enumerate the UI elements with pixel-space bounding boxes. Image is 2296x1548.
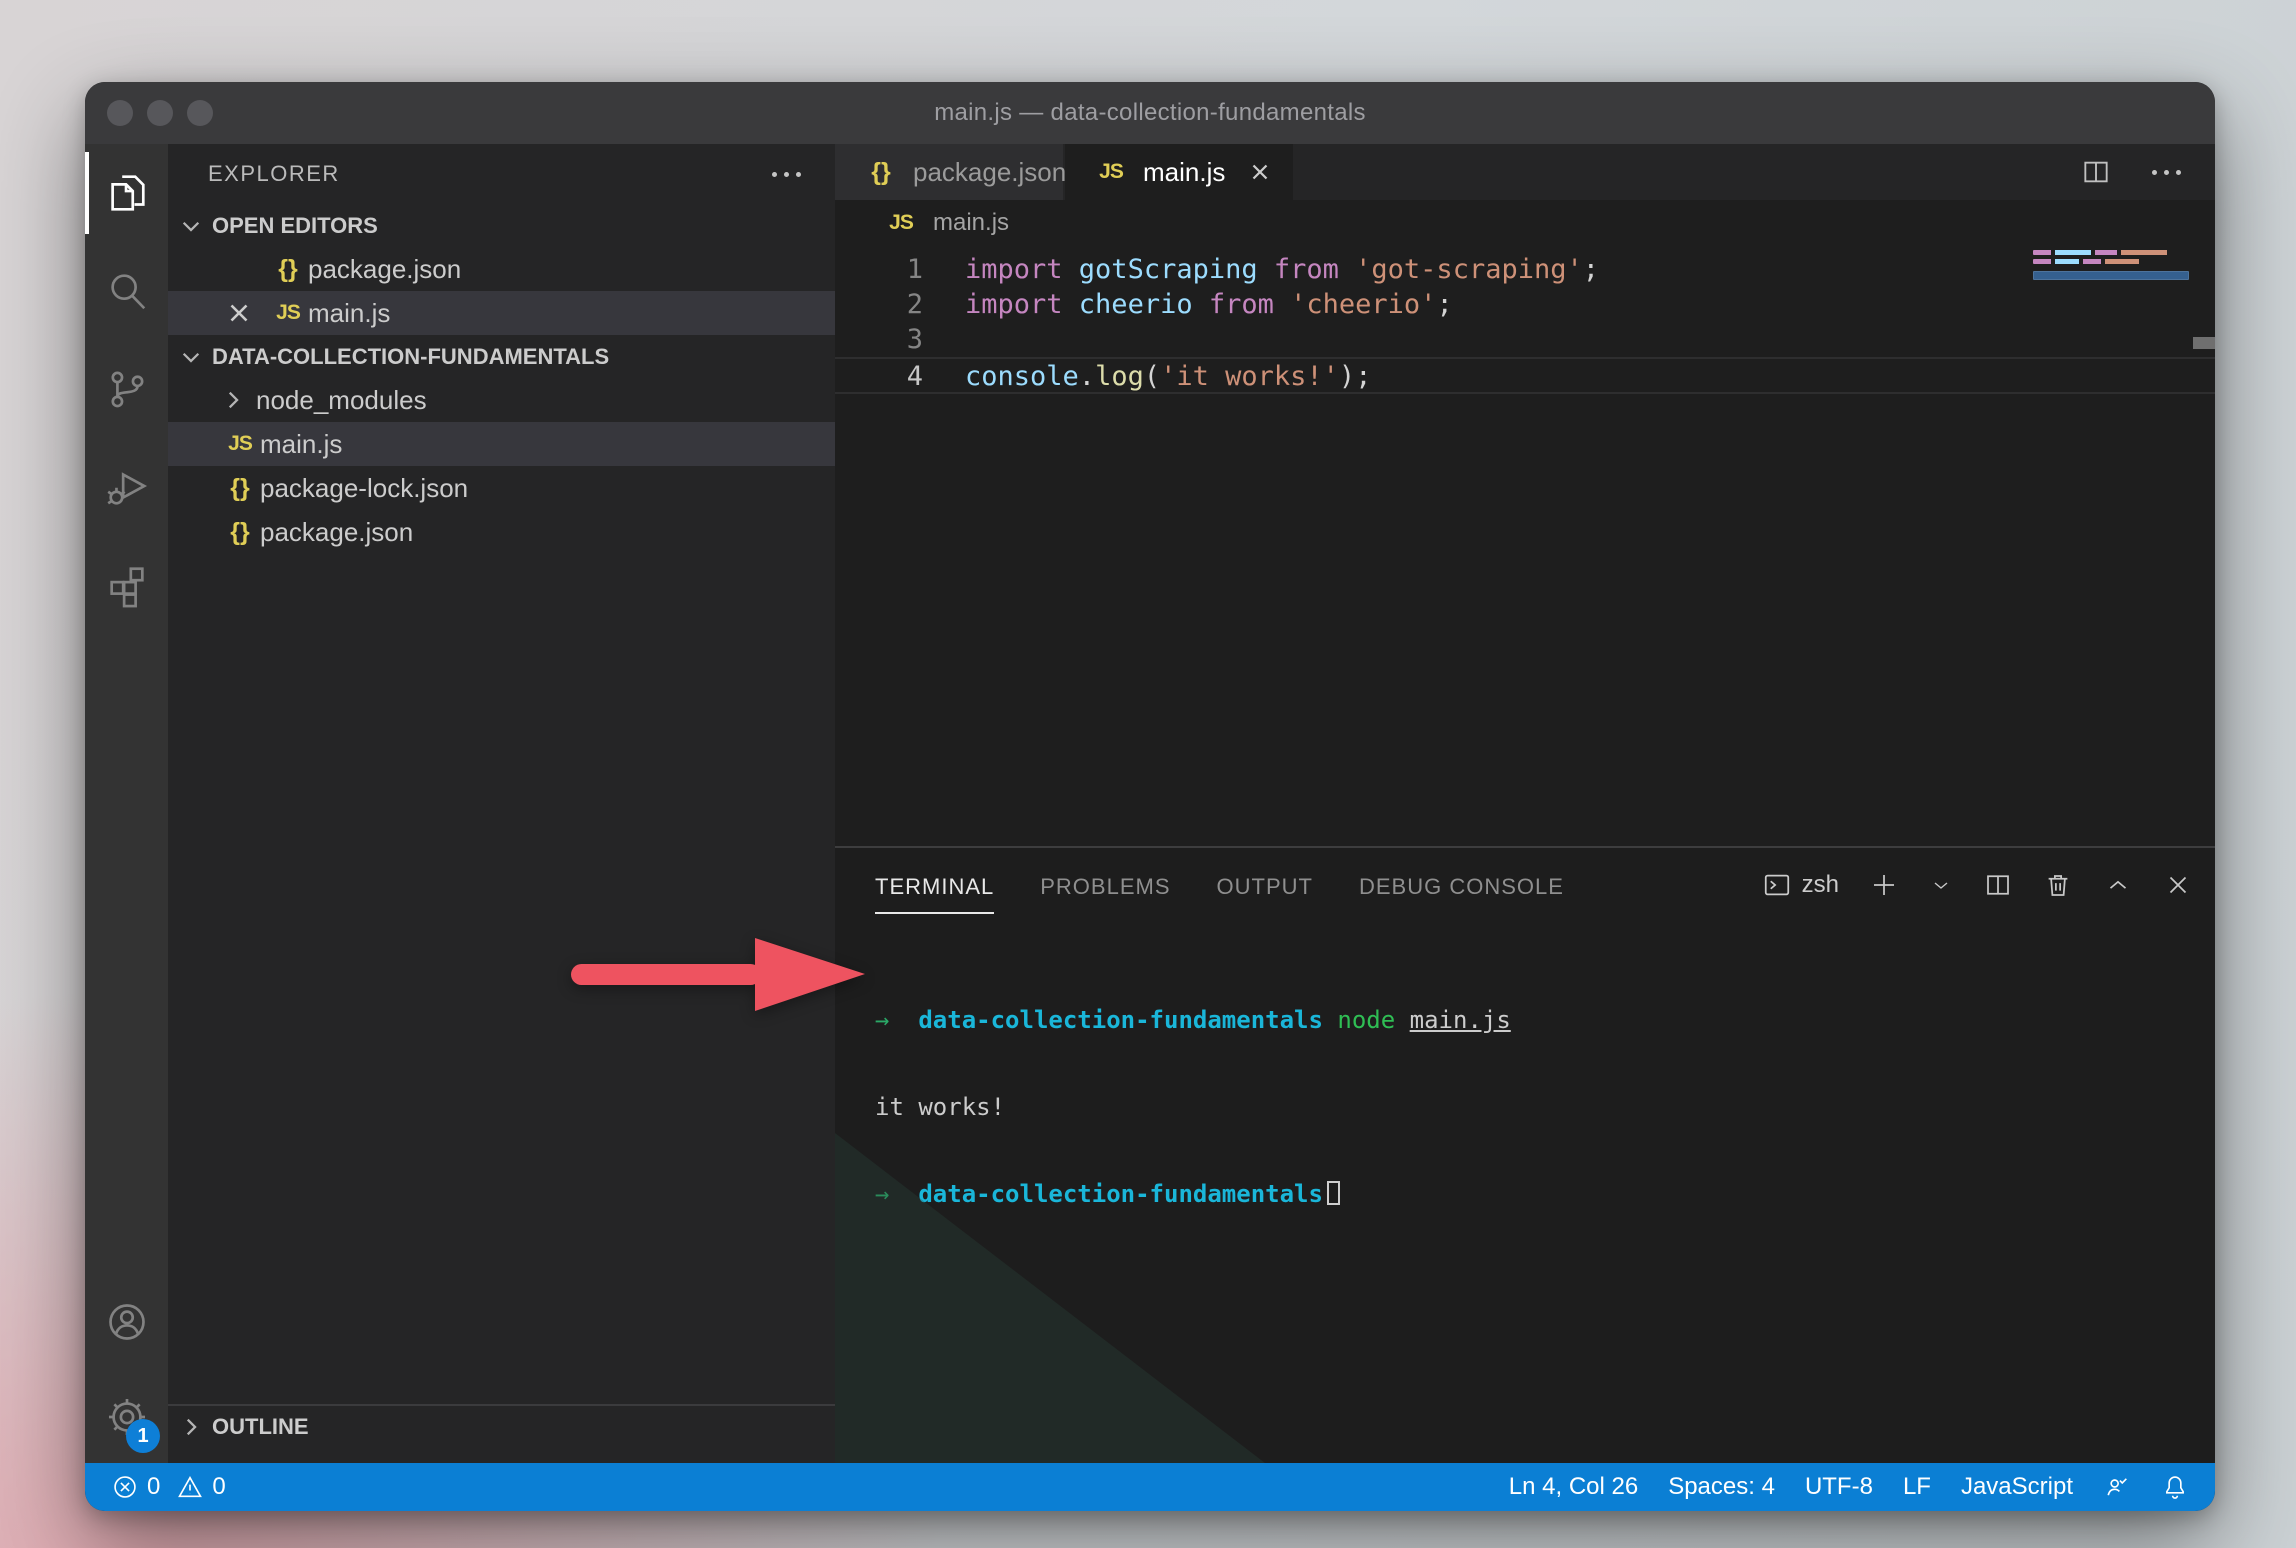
tab-terminal[interactable]: TERMINAL — [875, 874, 994, 914]
tab-bar: {} package.json JS main.js — [835, 144, 2215, 200]
notifications-bell-icon[interactable] — [2161, 1473, 2189, 1501]
activity-settings-button[interactable]: 1 — [85, 1371, 168, 1463]
terminal-icon — [1762, 870, 1792, 900]
encoding[interactable]: UTF-8 — [1805, 1473, 1873, 1501]
close-icon[interactable] — [224, 298, 254, 328]
tree-item-node-modules[interactable]: node_modules — [168, 378, 835, 422]
json-file-icon: {} — [268, 255, 308, 284]
close-window-button[interactable] — [107, 100, 133, 126]
code-line-3: 3 — [835, 322, 2215, 357]
error-icon — [111, 1473, 139, 1501]
language-mode[interactable]: JavaScript — [1961, 1473, 2073, 1501]
zoom-window-button[interactable] — [187, 100, 213, 126]
tab-package-json[interactable]: {} package.json — [835, 144, 1063, 200]
close-panel-icon[interactable] — [2163, 870, 2193, 900]
split-terminal-icon[interactable] — [1983, 870, 2013, 900]
minimize-window-button[interactable] — [147, 100, 173, 126]
cursor-position[interactable]: Ln 4, Col 26 — [1509, 1473, 1638, 1501]
split-editor-icon[interactable] — [2080, 156, 2112, 188]
tree-item-package-lock-json[interactable]: {} package-lock.json — [168, 466, 835, 510]
shell-selector[interactable]: zsh — [1762, 870, 1839, 900]
panel-actions: zsh — [1762, 870, 2193, 900]
js-file-icon: JS — [268, 301, 308, 325]
code-line-2: 2 import cheerio from 'cheerio'; — [835, 287, 2215, 322]
overview-ruler-cursor-marker — [2193, 337, 2215, 349]
minimap[interactable] — [2033, 250, 2189, 280]
editor-group: {} package.json JS main.js JS main.js — [835, 144, 2215, 1463]
chevron-down-icon — [178, 344, 204, 370]
problems-indicator[interactable]: 0 0 — [111, 1473, 226, 1501]
breadcrumb[interactable]: JS main.js — [835, 200, 2215, 246]
tab-output[interactable]: OUTPUT — [1217, 874, 1313, 914]
status-bar: 0 0 Ln 4, Col 26 Spaces: 4 UTF-8 LF Java… — [85, 1463, 2215, 1511]
breadcrumb-file: main.js — [933, 209, 1009, 237]
indentation[interactable]: Spaces: 4 — [1668, 1473, 1775, 1501]
chevron-right-icon — [220, 387, 246, 413]
editor-more-actions-button[interactable] — [2146, 164, 2187, 181]
close-tab-icon[interactable] — [1247, 159, 1273, 185]
js-file-icon: JS — [220, 432, 260, 456]
explorer-sidebar: EXPLORER OPEN EDITORS {} package.json JS… — [168, 144, 835, 1463]
terminal-output[interactable]: → data-collection-fundamentals node main… — [875, 948, 1511, 1267]
explorer-more-actions-button[interactable] — [766, 166, 807, 183]
tree-item-main-js[interactable]: JS main.js — [168, 422, 835, 466]
activity-source-control-button[interactable] — [85, 340, 168, 438]
section-outline[interactable]: OUTLINE — [168, 1404, 835, 1447]
json-file-icon: {} — [861, 158, 901, 187]
tree-item-package-json[interactable]: {} package.json — [168, 510, 835, 554]
sidebar-title: EXPLORER — [208, 161, 340, 187]
account-icon — [104, 1299, 150, 1345]
chevron-down-icon — [178, 213, 204, 239]
terminal-line-output: it works! — [875, 1093, 1511, 1122]
chevron-right-icon — [178, 1414, 204, 1440]
source-control-icon — [104, 366, 150, 412]
maximize-panel-icon[interactable] — [2103, 870, 2133, 900]
section-workspace-folder[interactable]: DATA-COLLECTION-FUNDAMENTALS — [168, 335, 835, 378]
window-title: main.js — data-collection-fundamentals — [85, 99, 2215, 127]
extensions-icon — [104, 562, 150, 608]
tab-problems[interactable]: PROBLEMS — [1040, 874, 1170, 914]
code-editor[interactable]: 1 import gotScraping from 'got-scraping'… — [835, 246, 2215, 846]
settings-badge: 1 — [126, 1419, 160, 1453]
open-editor-main-js[interactable]: JS main.js — [168, 291, 835, 335]
terminal-cursor — [1327, 1181, 1340, 1205]
tab-debug-console[interactable]: DEBUG CONSOLE — [1359, 874, 1564, 914]
files-icon — [104, 170, 150, 216]
activity-bar: 1 — [85, 144, 168, 1463]
activity-extensions-button[interactable] — [85, 536, 168, 634]
js-file-icon: JS — [881, 211, 921, 235]
open-editor-package-json[interactable]: {} package.json — [168, 247, 835, 291]
traffic-lights — [107, 100, 213, 126]
code-line-4-current: 4 console.log('it works!'); — [835, 357, 2215, 394]
activity-search-button[interactable] — [85, 242, 168, 340]
run-debug-icon — [104, 464, 150, 510]
activity-run-debug-button[interactable] — [85, 438, 168, 536]
new-terminal-icon[interactable] — [1869, 870, 1899, 900]
vscode-window: main.js — data-collection-fundamentals — [85, 82, 2215, 1511]
section-open-editors[interactable]: OPEN EDITORS — [168, 204, 835, 247]
terminal-line-command: → data-collection-fundamentals node main… — [875, 1006, 1511, 1035]
titlebar[interactable]: main.js — data-collection-fundamentals — [85, 82, 2215, 144]
activity-accounts-button[interactable] — [85, 1273, 168, 1371]
terminal-line-prompt: → data-collection-fundamentals — [875, 1180, 1511, 1209]
eol-sequence[interactable]: LF — [1903, 1473, 1931, 1501]
json-file-icon: {} — [220, 474, 260, 503]
code-line-1: 1 import gotScraping from 'got-scraping'… — [835, 252, 2215, 287]
tab-main-js[interactable]: JS main.js — [1065, 144, 1293, 200]
bottom-panel: TERMINAL PROBLEMS OUTPUT DEBUG CONSOLE z… — [835, 846, 2215, 1463]
feedback-icon[interactable] — [2103, 1473, 2131, 1501]
activity-explorer-button[interactable] — [85, 144, 168, 242]
trash-icon[interactable] — [2043, 870, 2073, 900]
chevron-down-icon[interactable] — [1929, 870, 1953, 900]
js-file-icon: JS — [1091, 160, 1131, 184]
warning-icon — [176, 1473, 204, 1501]
search-icon — [104, 268, 150, 314]
json-file-icon: {} — [220, 518, 260, 547]
